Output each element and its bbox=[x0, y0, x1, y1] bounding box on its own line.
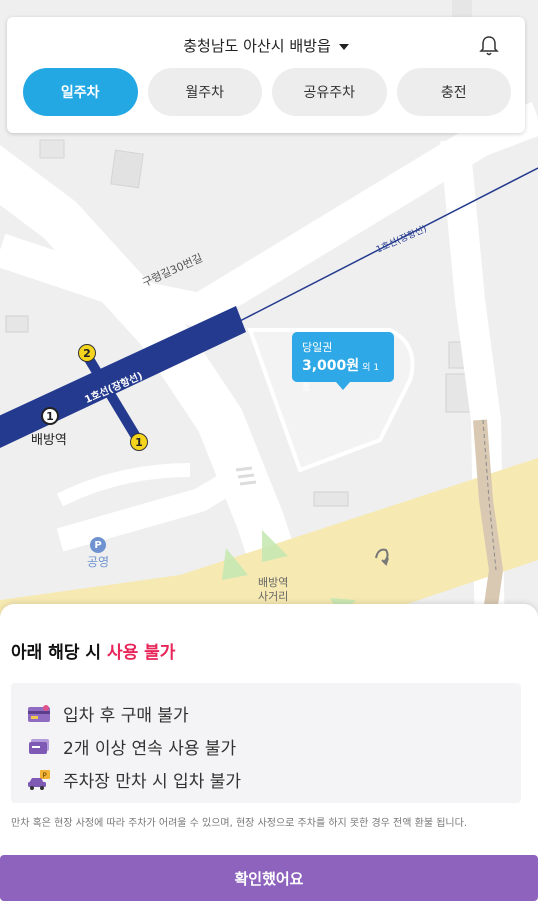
confirm-button[interactable]: 확인했어요 bbox=[0, 855, 538, 901]
sheet-title-highlight: 사용 불가 bbox=[106, 643, 176, 663]
tab-daily-parking[interactable]: 일주차 bbox=[23, 68, 138, 116]
refund-disclaimer: 만차 혹은 현장 사정에 따라 주차가 어려울 수 있으며, 현장 사정으로 주… bbox=[11, 818, 467, 829]
filter-card: 충청남도 아산시 배방읍 일주차 월주차 공유주차 충전 bbox=[7, 17, 525, 133]
location-text: 충청남도 아산시 배방읍 bbox=[183, 37, 331, 55]
rule-text: 2개 이상 연속 사용 불가 bbox=[63, 739, 237, 759]
tab-monthly-parking[interactable]: 월주차 bbox=[147, 68, 262, 116]
rule-item: P 주차장 만차 시 입차 불가 bbox=[27, 763, 521, 796]
parking-icon[interactable]: P bbox=[90, 537, 106, 553]
station-exit-1[interactable]: 1 bbox=[130, 433, 148, 451]
tab-shared-parking[interactable]: 공유주차 bbox=[272, 68, 387, 116]
intersection-label-2: 사거리 bbox=[258, 590, 289, 603]
caret-down-icon bbox=[338, 43, 349, 50]
restriction-sheet: 아래 해당 시 사용 불가 입차 후 구매 불가 2개 이상 연속 사용 불가 … bbox=[0, 604, 538, 911]
parking-label: 공영 bbox=[87, 555, 110, 569]
rule-text: 주차장 만차 시 입차 불가 bbox=[63, 772, 242, 792]
ticket-icon bbox=[29, 738, 49, 754]
station-exit-2[interactable]: 2 bbox=[78, 344, 96, 362]
rule-text: 입차 후 구매 불가 bbox=[63, 706, 189, 726]
rules-list: 입차 후 구매 불가 2개 이상 연속 사용 불가 P 주차장 만차 시 입차 … bbox=[11, 683, 521, 803]
svg-text:P: P bbox=[43, 771, 47, 779]
price-pin-price: 3,000원 bbox=[302, 358, 360, 374]
location-selector[interactable]: 충청남도 아산시 배방읍 bbox=[7, 35, 525, 56]
price-pin[interactable]: 당일권 3,000원 외 1종 bbox=[292, 332, 394, 393]
sheet-title-prefix: 아래 해당 시 bbox=[11, 643, 107, 663]
full-parking-car-icon: P bbox=[28, 769, 50, 790]
rule-item: 입차 후 구매 불가 bbox=[27, 697, 521, 730]
station-name[interactable]: 배방역 bbox=[31, 429, 67, 448]
parking-type-tabs: 일주차 월주차 공유주차 충전 bbox=[23, 68, 511, 116]
bell-icon[interactable] bbox=[479, 35, 499, 57]
rule-item: 2개 이상 연속 사용 불가 bbox=[27, 730, 521, 763]
subway-line-icon: 1 bbox=[41, 407, 59, 425]
card-icon bbox=[28, 704, 50, 722]
tab-charging[interactable]: 충전 bbox=[396, 68, 511, 116]
sheet-title: 아래 해당 시 사용 불가 bbox=[11, 638, 175, 663]
price-pin-title: 당일권 bbox=[302, 341, 333, 354]
